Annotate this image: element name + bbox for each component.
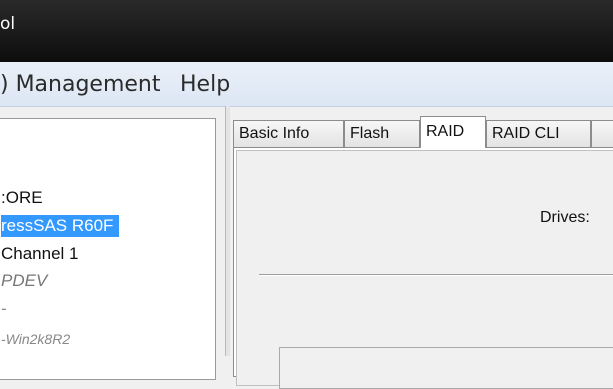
raid-tab-panel: Drives:	[233, 147, 613, 389]
drives-label: Drives:	[540, 209, 590, 226]
tree-node-host[interactable]: -Win2k8R2	[1, 331, 70, 347]
tab-flash[interactable]: Flash	[344, 120, 420, 147]
menu-bar: ) Management Help	[0, 62, 613, 107]
tab-raid[interactable]: RAID	[420, 116, 486, 148]
tab-strip: Basic Info Flash RAID RAID CLI	[233, 116, 613, 148]
window-title: ol	[0, 14, 16, 34]
separator	[259, 274, 613, 276]
tree-node-controller[interactable]: ressSAS R60F	[1, 215, 120, 237]
tree-node-channel[interactable]: Channel 1	[1, 244, 79, 264]
tab-basic-info[interactable]: Basic Info	[233, 120, 344, 147]
device-tree: :ORE ressSAS R60F Channel 1 PDEV - -Win2…	[0, 118, 216, 380]
drives-list-box[interactable]	[279, 347, 613, 389]
tree-node-pdev[interactable]: PDEV	[1, 271, 47, 291]
tree-node-core[interactable]: :ORE	[1, 188, 43, 208]
tab-raid-cli[interactable]: RAID CLI	[486, 120, 591, 147]
tree-node-dot[interactable]: -	[1, 299, 7, 319]
raid-panel-body: Drives:	[236, 150, 613, 389]
tab-overflow[interactable]	[591, 120, 613, 147]
menu-help[interactable]: Help	[180, 72, 230, 97]
menu-raid-management[interactable]: ) Management	[0, 72, 161, 97]
title-bar[interactable]: ol	[0, 0, 613, 62]
splitter[interactable]	[225, 106, 230, 356]
